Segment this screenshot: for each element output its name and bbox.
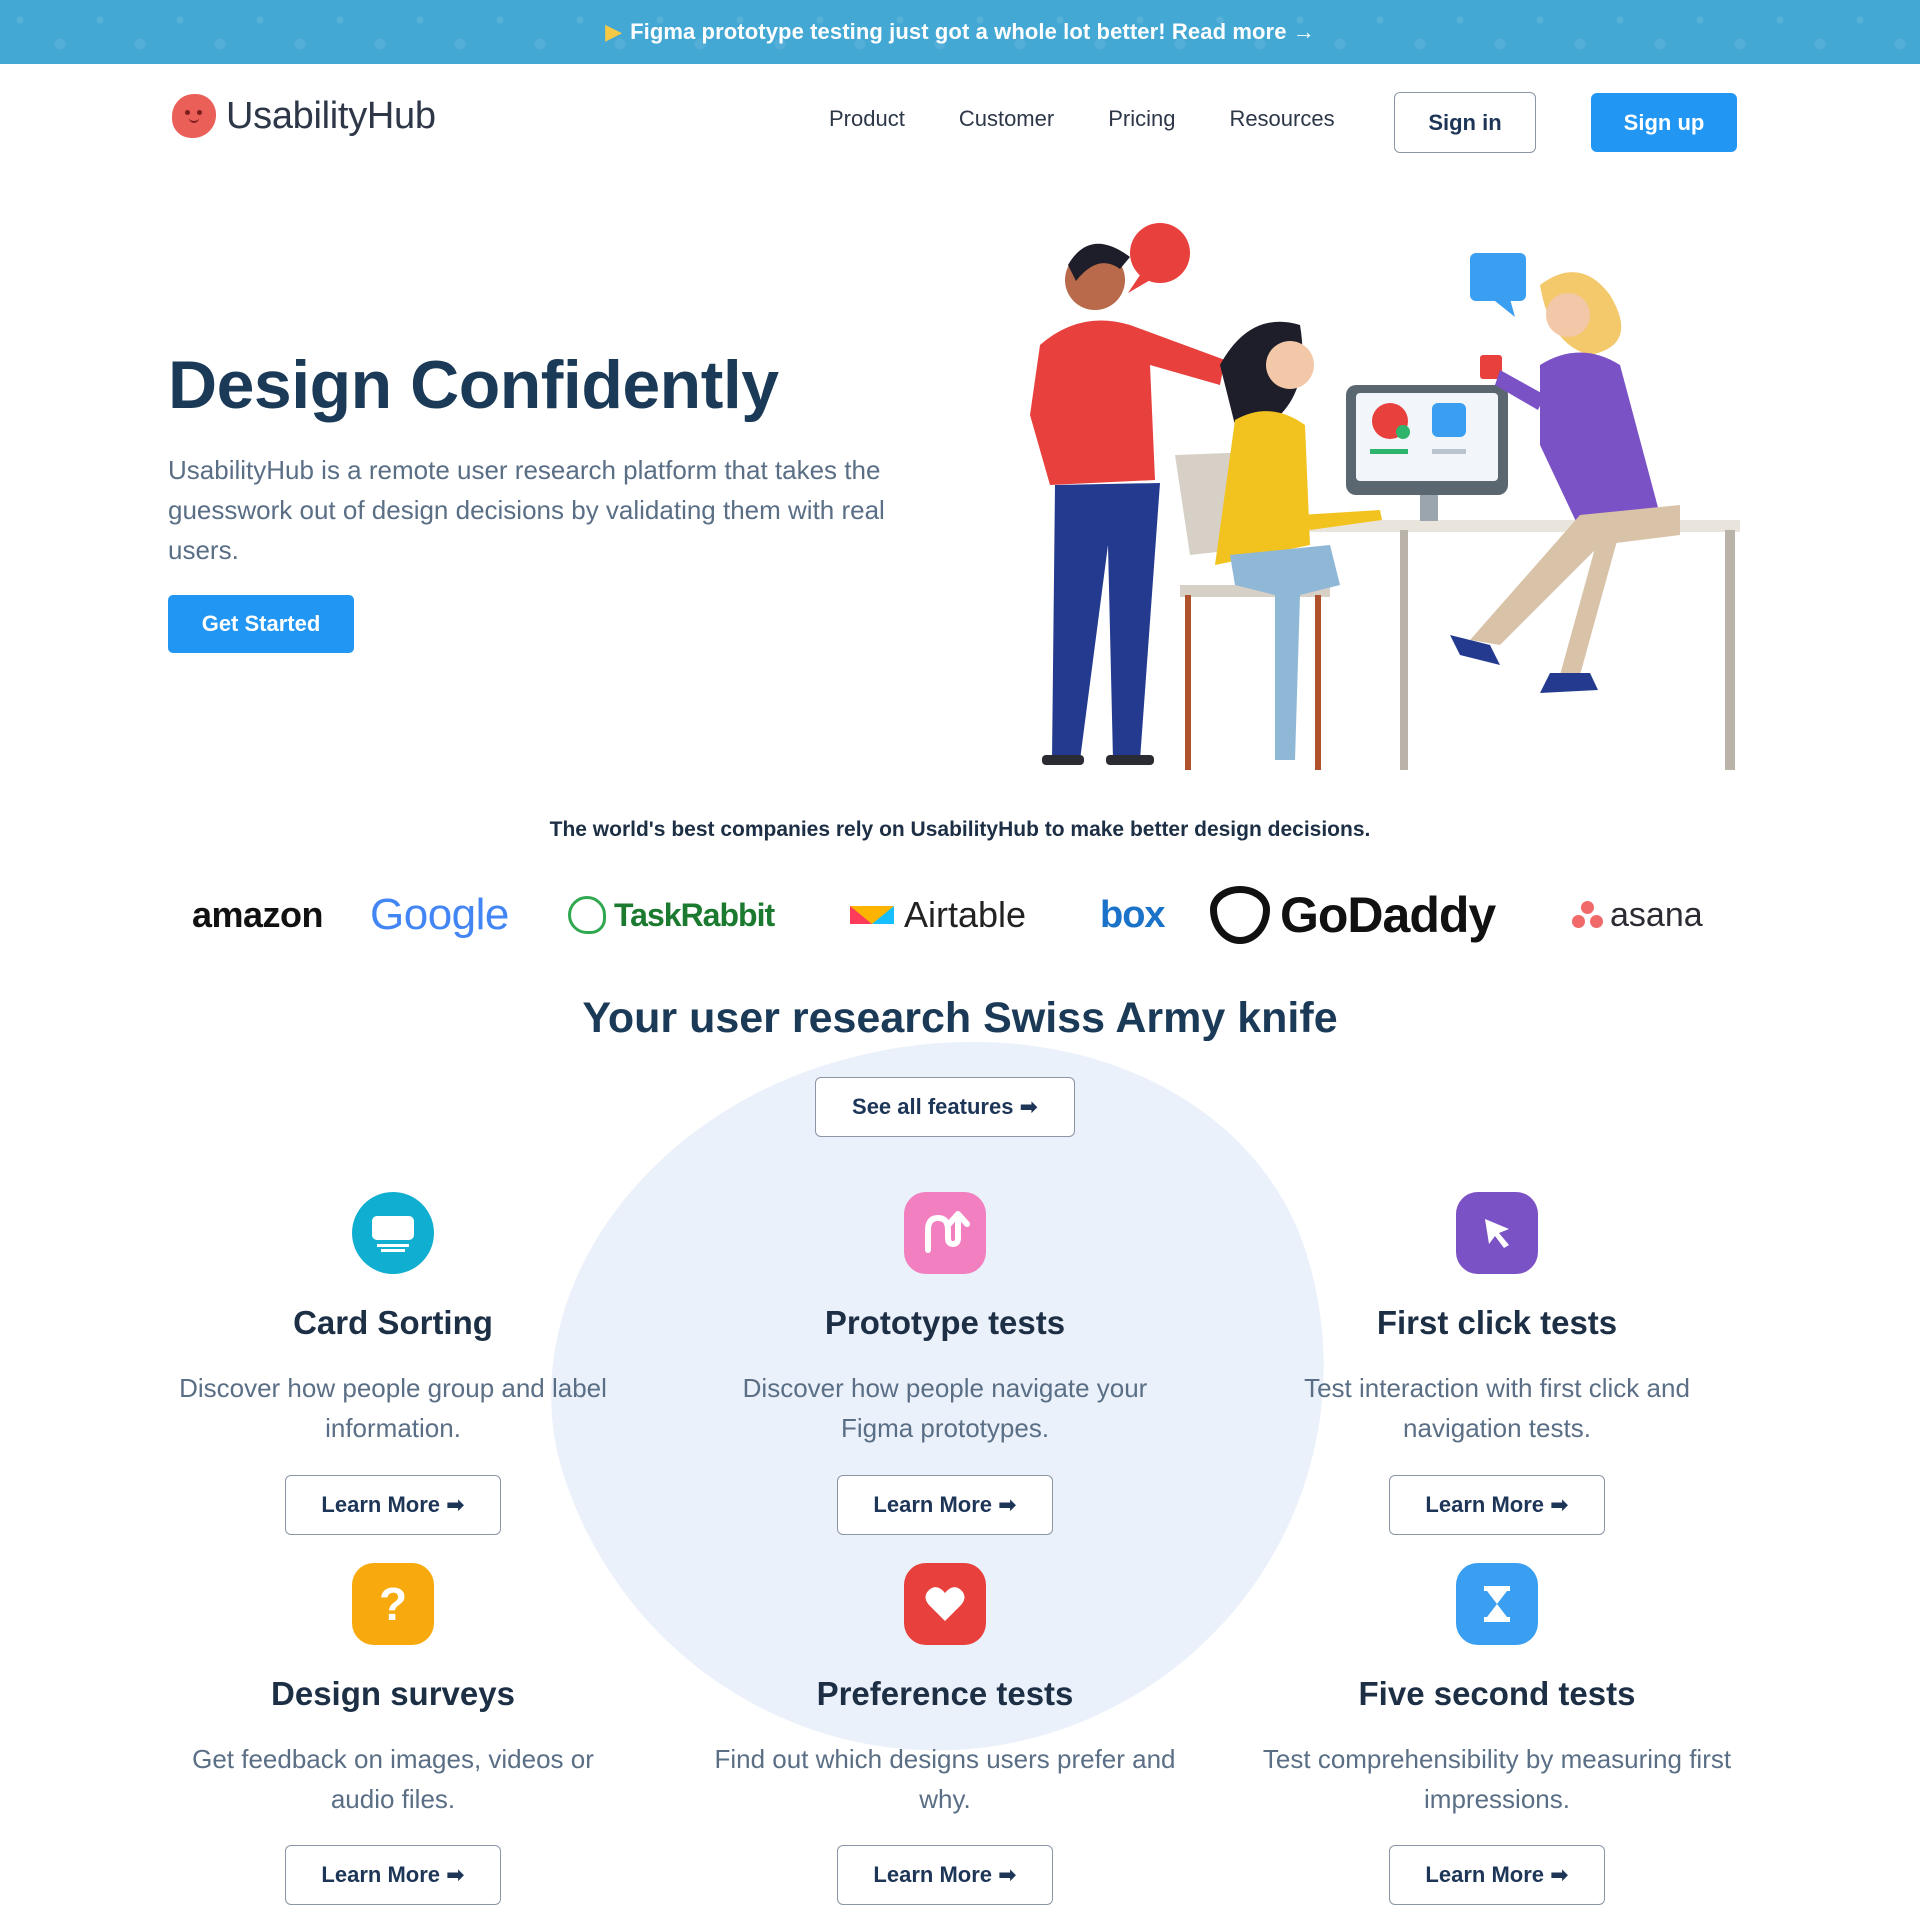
feature-title: Design surveys [271,1675,515,1712]
feature-description: Find out which designs users prefer and … [714,1744,1176,1814]
feature-design-surveys: ? Design surveys Get feedback on images,… [158,1563,628,1819]
banner-link[interactable]: Figma prototype testing just got a whole… [630,19,1315,45]
learn-more-button[interactable]: Learn More ➡ [837,1845,1053,1905]
main-nav: Product Customer Pricing Resources [829,106,1389,132]
nav-product[interactable]: Product [829,106,905,132]
learn-more-button[interactable]: Learn More ➡ [285,1475,501,1535]
monitor-icon [352,1192,434,1274]
feature-title: Preference tests [816,1675,1074,1712]
feature-first-click-tests: First click tests Test interaction with … [1262,1192,1732,1448]
nav-resources[interactable]: Resources [1229,106,1334,132]
feature-title: First click tests [1376,1304,1618,1341]
box-logo: box [1100,893,1166,936]
rabbit-icon [568,896,606,934]
logo[interactable]: UsabilityHub [172,94,436,138]
cursor-icon [1456,1192,1538,1274]
hero-title: Design Confidently [168,347,779,423]
feature-prototype-tests: Prototype tests Discover how people navi… [710,1192,1180,1448]
feature-description: Discover how people group and label info… [179,1373,607,1443]
features-title: Your user research Swiss Army knife [582,994,1338,1042]
airtable-logo: Airtable [850,880,1026,950]
sign-up-button[interactable]: Sign up [1591,93,1737,152]
trusted-by-text: The world's best companies rely on Usabi… [549,818,1371,841]
learn-more-button[interactable]: Learn More ➡ [1389,1845,1605,1905]
sign-in-button[interactable]: Sign in [1394,92,1536,153]
hero-description: UsabilityHub is a remote user research p… [168,455,885,565]
feature-title: Prototype tests [824,1304,1066,1341]
feature-description: Get feedback on images, videos or audio … [192,1744,594,1814]
asana-logo: asana [1572,880,1703,950]
hourglass-icon [1456,1563,1538,1645]
airtable-icon [850,906,894,924]
feature-preference-tests: Preference tests Find out which designs … [710,1563,1180,1819]
announcement-banner[interactable]: ▶ Figma prototype testing just got a who… [0,0,1920,64]
logo-mark-icon [172,94,216,138]
see-all-features-button[interactable]: See all features ➡ [815,1077,1075,1137]
logo-text: UsabilityHub [226,94,436,137]
feature-description: Test interaction with first click and na… [1304,1373,1690,1443]
heart-icon [904,1563,986,1645]
question-icon: ? [352,1563,434,1645]
company-logos: amazon Google TaskRabbit Airtable box Go… [180,880,1740,950]
google-logo: Google [370,890,509,939]
feature-description: Discover how people navigate your Figma … [742,1373,1148,1443]
godaddy-heart-icon [1210,886,1270,944]
nav-pricing[interactable]: Pricing [1108,106,1175,132]
asana-dots-icon [1572,901,1604,929]
learn-more-button[interactable]: Learn More ➡ [1389,1475,1605,1535]
get-started-button[interactable]: Get Started [168,595,354,653]
megaphone-icon: ▶ [605,19,623,44]
feature-card-sorting: Card Sorting Discover how people group a… [158,1192,628,1448]
godaddy-logo: GoDaddy [1210,880,1496,950]
feature-five-second-tests: Five second tests Test comprehensibility… [1262,1563,1732,1819]
nav-customer[interactable]: Customer [959,106,1054,132]
taskrabbit-logo: TaskRabbit [568,880,775,950]
learn-more-button[interactable]: Learn More ➡ [285,1845,501,1905]
amazon-logo: amazon [192,894,324,935]
feature-title: Card Sorting [293,1304,493,1341]
feature-title: Five second tests [1358,1675,1636,1712]
feature-description: Test comprehensibility by measuring firs… [1262,1744,1732,1814]
prototype-arrow-icon [904,1192,986,1274]
learn-more-button[interactable]: Learn More ➡ [837,1475,1053,1535]
hero-illustration [1030,223,1740,770]
